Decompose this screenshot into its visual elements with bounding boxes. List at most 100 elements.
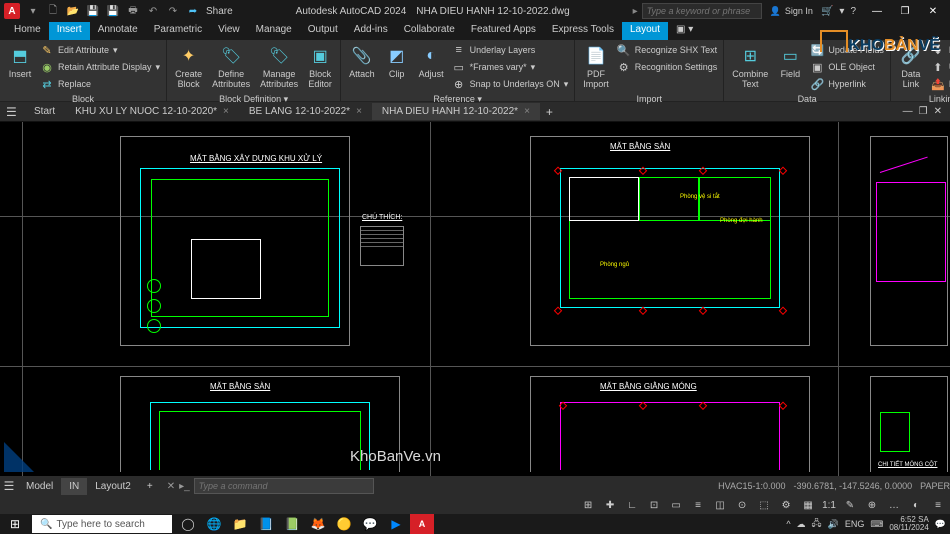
status-toggle[interactable]: ⊡	[646, 497, 662, 513]
status-toggle[interactable]: ▦	[800, 497, 816, 513]
app-edge[interactable]: 🌐	[202, 514, 226, 534]
pdf-import-button[interactable]: 📄PDF Import	[579, 42, 613, 92]
tray-volume-icon[interactable]: 🔊	[828, 519, 839, 530]
define-attributes-button[interactable]: 🏷Define Attributes	[208, 42, 254, 92]
tray-network-icon[interactable]: 🖧	[812, 516, 822, 532]
apps-icon[interactable]: ▾	[839, 6, 844, 17]
close-tab-icon[interactable]: ×	[223, 106, 229, 117]
close-tab-icon[interactable]: ×	[524, 106, 530, 117]
help-search[interactable]	[642, 3, 762, 19]
add-tab-button[interactable]: +	[540, 105, 559, 119]
tab-insert[interactable]: Insert	[49, 22, 90, 40]
status-toggle[interactable]: ≡	[690, 497, 706, 513]
minimize-button[interactable]: —	[864, 1, 890, 21]
tab-layout[interactable]: Layout	[622, 22, 668, 40]
status-toggle[interactable]: …	[886, 497, 902, 513]
tray-notifications-icon[interactable]: 💬	[935, 519, 946, 530]
new-icon[interactable]: 🗋	[46, 4, 60, 18]
restore-button[interactable]: ❐	[892, 1, 918, 21]
field-button[interactable]: ▭Field	[774, 42, 806, 82]
combine-text-button[interactable]: ⊞Combine Text	[728, 42, 772, 92]
share-icon[interactable]: ➦	[186, 4, 200, 18]
tab-manage[interactable]: Manage	[248, 22, 300, 40]
status-toggle[interactable]: ▭	[668, 497, 684, 513]
taskbar-search[interactable]: 🔍 Type here to search	[32, 515, 172, 533]
snap-underlays-button[interactable]: ⊕Snap to Underlays ON▾	[450, 76, 571, 92]
layout-tab-model[interactable]: Model	[18, 478, 61, 495]
plot-icon[interactable]: 🖶	[126, 4, 140, 18]
app-icon[interactable]: A	[4, 3, 20, 19]
tab-view[interactable]: View	[210, 22, 248, 40]
filetab-1[interactable]: KHU XU LY NUOC 12-10-2020*×	[65, 103, 239, 120]
status-toggle[interactable]: ⊙	[734, 497, 750, 513]
layout-tab-in[interactable]: IN	[61, 478, 87, 495]
share-label[interactable]: Share	[206, 4, 233, 18]
status-scale[interactable]: 1:1	[822, 497, 836, 513]
signin-button[interactable]: 👤 Sign In	[770, 6, 813, 17]
status-toggle[interactable]: ⚙	[778, 497, 794, 513]
replace-button[interactable]: ⇄Replace	[38, 76, 162, 92]
tab-featured[interactable]: Featured Apps	[463, 22, 544, 40]
recognition-settings-button[interactable]: ⚙Recognition Settings	[615, 59, 720, 75]
status-toggle[interactable]: ⬚	[756, 497, 772, 513]
redo-icon[interactable]: ↷	[166, 4, 180, 18]
close-tab-icon[interactable]: ×	[356, 106, 362, 117]
insert-block-button[interactable]: ⬒ Insert	[4, 42, 36, 82]
frames-button[interactable]: ▭*Frames vary*▾	[450, 59, 571, 75]
tab-output[interactable]: Output	[300, 22, 346, 40]
layout-tab-layout2[interactable]: Layout2	[87, 478, 139, 495]
status-toggle[interactable]: ✚	[602, 497, 618, 513]
file-menu-icon[interactable]: ☰	[6, 105, 24, 119]
app-firefox[interactable]: 🦊	[306, 514, 330, 534]
app-chrome[interactable]: 🟡	[332, 514, 356, 534]
filetab-start[interactable]: Start	[24, 103, 65, 120]
save-icon[interactable]: 💾	[86, 4, 100, 18]
undo-icon[interactable]: ↶	[146, 4, 160, 18]
filetab-2[interactable]: BE LANG 12-10-2022*×	[239, 103, 372, 120]
add-layout-button[interactable]: +	[139, 478, 161, 495]
manage-attributes-button[interactable]: 🏷Manage Attributes	[256, 42, 302, 92]
tab-parametric[interactable]: Parametric	[146, 22, 210, 40]
app-cortana[interactable]: ◯	[176, 514, 200, 534]
filetab-3[interactable]: NHA DIEU HANH 12-10-2022*×	[372, 103, 540, 120]
retain-attribute-button[interactable]: ◉Retain Attribute Display▾	[38, 59, 162, 75]
app-explorer[interactable]: 📁	[228, 514, 252, 534]
cart-icon[interactable]: 🛒	[821, 6, 833, 17]
tray-cloud-icon[interactable]: ☁	[797, 519, 806, 530]
hyperlink-button[interactable]: 🔗Hyperlink	[808, 76, 886, 92]
saveas-icon[interactable]: 💾	[106, 4, 120, 18]
block-editor-button[interactable]: ▣Block Editor	[304, 42, 336, 92]
ole-object-button[interactable]: ▣OLE Object	[808, 59, 886, 75]
app-zalo[interactable]: 💬	[358, 514, 382, 534]
app-word[interactable]: 📘	[254, 514, 278, 534]
status-toggle[interactable]: ◐	[908, 497, 924, 513]
attach-button[interactable]: 📎Attach	[345, 42, 379, 82]
tray-keyboard-icon[interactable]: ⌨	[870, 519, 883, 530]
adjust-button[interactable]: ◐Adjust	[415, 42, 448, 82]
status-toggle[interactable]: ≡	[930, 497, 946, 513]
clip-button[interactable]: ◩Clip	[381, 42, 413, 82]
close-button[interactable]: ✕	[920, 1, 946, 21]
layout-menu-icon[interactable]: ☰	[0, 479, 18, 493]
status-toggle[interactable]: ⊞	[580, 497, 596, 513]
recognize-shx-button[interactable]: 🔍Recognize SHX Text	[615, 42, 720, 58]
menu-dropdown-icon[interactable]: ▾	[26, 4, 40, 18]
start-button[interactable]: ⊞	[0, 514, 30, 534]
tray-chevron-icon[interactable]: ^	[786, 519, 790, 529]
underlay-layers-button[interactable]: ≡Underlay Layers	[450, 42, 571, 58]
extract-data-button[interactable]: 📤Extract Data	[929, 76, 950, 92]
minimize-doc-icon[interactable]: —	[903, 106, 913, 117]
edit-attribute-button[interactable]: ✎Edit Attribute▾	[38, 42, 162, 58]
app-autocad[interactable]: A	[410, 514, 434, 534]
upload-source-button[interactable]: ⬆Upload to Source	[929, 59, 950, 75]
status-toggle[interactable]: ⊕	[864, 497, 880, 513]
status-toggle[interactable]: ∟	[624, 497, 640, 513]
tab-more[interactable]: ▣ ▾	[668, 22, 701, 40]
tray-clock[interactable]: 6:52 SA 08/11/2024	[889, 516, 928, 532]
status-toggle[interactable]: ◫	[712, 497, 728, 513]
command-input[interactable]	[194, 478, 374, 494]
tab-express[interactable]: Express Tools	[544, 22, 622, 40]
restore-doc-icon[interactable]: ❐	[919, 106, 928, 117]
open-icon[interactable]: 📂	[66, 4, 80, 18]
command-line[interactable]: ✕ ▸_	[167, 478, 710, 494]
